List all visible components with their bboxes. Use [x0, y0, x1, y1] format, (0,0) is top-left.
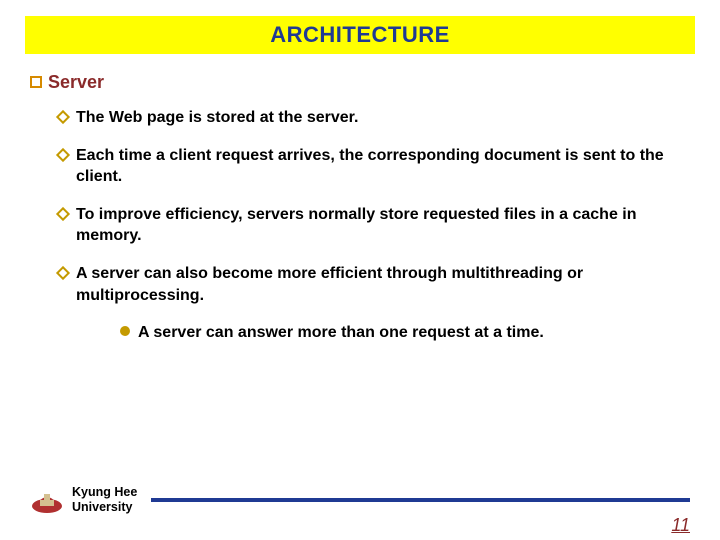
content-area: Server The Web page is stored at the ser… [30, 72, 690, 358]
level2-item: To improve efficiency, servers normally … [58, 204, 690, 247]
level3-item: A server can answer more than one reques… [120, 322, 690, 344]
footer-rule [151, 498, 690, 502]
level2-item: Each time a client request arrives, the … [58, 145, 690, 188]
level2-text: The Web page is stored at the server. [76, 107, 358, 129]
title-bar: ARCHITECTURE [25, 16, 695, 54]
level1-item: Server [30, 72, 690, 93]
level2-text: To improve efficiency, servers normally … [76, 204, 690, 247]
university-line2: University [72, 500, 137, 514]
level3-text: A server can answer more than one reques… [138, 322, 544, 344]
page-number: 11 [671, 515, 690, 536]
diamond-bullet-icon [56, 266, 70, 280]
university-line1: Kyung Hee [72, 485, 137, 499]
diamond-bullet-icon [56, 110, 70, 124]
level1-label: Server [48, 72, 104, 93]
university-name: Kyung Hee University [72, 485, 137, 514]
slide-title: ARCHITECTURE [270, 22, 450, 48]
level2-text: A server can also become more efficient … [76, 263, 690, 306]
level2-item: A server can also become more efficient … [58, 263, 690, 306]
footer: Kyung Hee University [30, 485, 690, 514]
level2-item: The Web page is stored at the server. [58, 107, 690, 129]
diamond-bullet-icon [56, 148, 70, 162]
level2-group: The Web page is stored at the server. Ea… [58, 107, 690, 344]
diamond-bullet-icon [56, 207, 70, 221]
university-logo-icon [30, 486, 64, 514]
square-bullet-icon [30, 76, 42, 88]
level3-group: A server can answer more than one reques… [120, 322, 690, 344]
level2-text: Each time a client request arrives, the … [76, 145, 690, 188]
disc-bullet-icon [120, 326, 130, 336]
